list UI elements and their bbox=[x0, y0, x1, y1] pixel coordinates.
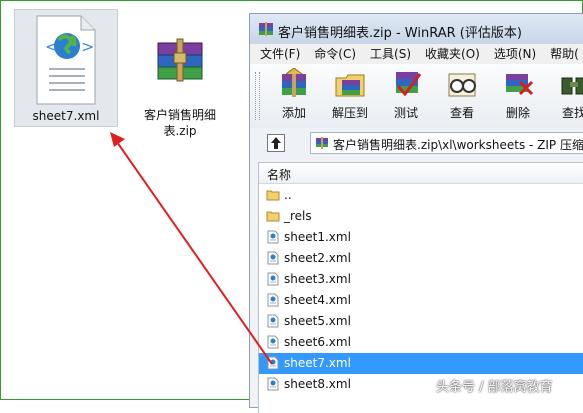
xml-file-icon bbox=[267, 356, 279, 370]
view-icon bbox=[448, 73, 476, 97]
file-rows: .. _rels sheet1.xml sheet2.xml sheet3.xml she… bbox=[259, 185, 583, 395]
desktop-icon-label: 客户销售明细表.zip bbox=[143, 108, 216, 138]
file-row[interactable]: .. bbox=[259, 185, 583, 206]
file-row[interactable]: sheet1.xml bbox=[259, 227, 583, 248]
winrar-app-icon bbox=[259, 22, 273, 36]
test-label: 测试 bbox=[393, 106, 418, 120]
find-icon bbox=[561, 77, 583, 95]
test-button[interactable]: 测试 bbox=[380, 68, 432, 121]
desktop-icon-zip-archive[interactable]: 客户销售明细表.zip bbox=[132, 9, 228, 138]
file-row[interactable]: sheet3.xml bbox=[259, 269, 583, 290]
xml-file-icon bbox=[267, 314, 279, 328]
file-row[interactable]: sheet7.xml bbox=[259, 353, 583, 374]
extract-icon bbox=[335, 74, 365, 97]
file-name: _rels bbox=[284, 209, 312, 223]
file-row[interactable]: sheet6.xml bbox=[259, 332, 583, 353]
xml-file-icon bbox=[267, 335, 279, 349]
up-arrow-icon bbox=[271, 137, 281, 149]
file-row[interactable]: _rels bbox=[259, 206, 583, 227]
toolbar: 添加 解压到 测试 查看 删除 查找 bbox=[250, 64, 583, 129]
view-button[interactable]: 查看 bbox=[436, 68, 488, 121]
svg-text:>: > bbox=[81, 37, 94, 56]
file-name: .. bbox=[284, 188, 292, 202]
xml-file-icon: < > bbox=[36, 15, 96, 105]
xml-file-icon bbox=[267, 293, 279, 307]
file-name: sheet2.xml bbox=[284, 251, 351, 265]
menu-commands[interactable]: 命令(C) bbox=[310, 44, 360, 64]
menu-help[interactable]: 帮助( bbox=[546, 44, 583, 64]
add-label: 添加 bbox=[281, 106, 306, 120]
file-row[interactable]: sheet4.xml bbox=[259, 290, 583, 311]
menu-file[interactable]: 文件(F) bbox=[256, 44, 304, 64]
watermark-text: 头条号 / 部落窝教育 bbox=[436, 380, 553, 395]
test-icon bbox=[396, 72, 422, 97]
find-label: 查找 bbox=[561, 106, 583, 120]
file-name: sheet6.xml bbox=[284, 335, 351, 349]
xml-file-icon bbox=[267, 230, 279, 244]
folder-icon bbox=[266, 211, 280, 222]
view-label: 查看 bbox=[449, 106, 474, 120]
delete-label: 删除 bbox=[505, 106, 530, 120]
menu-bar: 文件(F) 命令(C) 工具(S) 收藏夹(O) 选项(N) 帮助( bbox=[250, 44, 583, 64]
column-header-label: 名称 bbox=[267, 168, 292, 182]
file-name: sheet3.xml bbox=[284, 272, 351, 286]
window-title: 客户销售明细表.zip - WinRAR (评估版本) bbox=[278, 26, 522, 41]
path-text: 客户销售明细表.zip\xl\worksheets - ZIP 压缩 bbox=[333, 138, 583, 152]
desktop-icon-sheet7-xml[interactable]: < > sheet7.xml bbox=[14, 9, 118, 127]
xml-file-icon bbox=[267, 377, 279, 391]
file-name: sheet1.xml bbox=[284, 230, 351, 244]
menu-options[interactable]: 选项(N) bbox=[490, 44, 540, 64]
add-archive-icon bbox=[282, 68, 306, 97]
winrar-archive-icon bbox=[157, 38, 203, 82]
menu-tools[interactable]: 工具(S) bbox=[366, 44, 415, 64]
xml-file-icon bbox=[267, 251, 279, 265]
archive-path-icon bbox=[316, 137, 328, 149]
menu-favorites[interactable]: 收藏夹(O) bbox=[421, 44, 484, 64]
add-button[interactable]: 添加 bbox=[268, 68, 320, 121]
file-row[interactable]: sheet2.xml bbox=[259, 248, 583, 269]
extract-label: 解压到 bbox=[331, 106, 368, 120]
find-button[interactable]: 查找 bbox=[548, 68, 583, 121]
file-name: sheet7.xml bbox=[284, 356, 351, 370]
desktop-icon-label: sheet7.xml bbox=[32, 109, 100, 123]
winrar-window: 客户销售明细表.zip - WinRAR (评估版本) 文件(F) 命令(C) 工具… bbox=[249, 13, 583, 413]
path-field[interactable]: 客户销售明细表.zip\xl\worksheets - ZIP 压缩 bbox=[310, 132, 583, 154]
xml-file-icon bbox=[267, 272, 279, 286]
column-header-name[interactable]: 名称 bbox=[259, 163, 583, 184]
file-name: sheet4.xml bbox=[284, 293, 351, 307]
file-name: sheet5.xml bbox=[284, 314, 351, 328]
title-bar[interactable]: 客户销售明细表.zip - WinRAR (评估版本) bbox=[250, 14, 583, 44]
extract-button[interactable]: 解压到 bbox=[324, 68, 376, 121]
folder-icon bbox=[266, 190, 280, 201]
up-folder-button[interactable] bbox=[267, 134, 285, 152]
file-row[interactable]: sheet5.xml bbox=[259, 311, 583, 332]
file-name: sheet8.xml bbox=[284, 377, 351, 391]
delete-icon bbox=[506, 74, 534, 96]
toolbar-grip[interactable] bbox=[255, 72, 260, 120]
delete-button[interactable]: 删除 bbox=[492, 68, 544, 121]
address-bar: 客户销售明细表.zip\xl\worksheets - ZIP 压缩 bbox=[250, 128, 583, 160]
